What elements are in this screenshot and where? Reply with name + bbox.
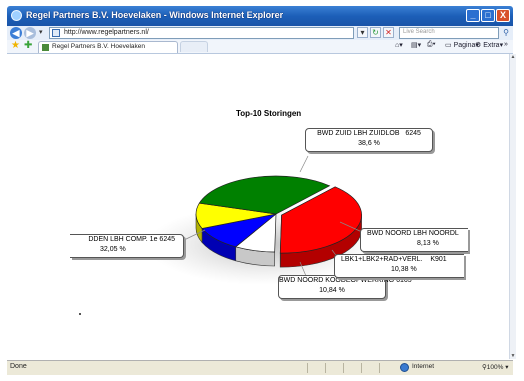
bottom-edge (0, 375, 524, 381)
slice-label-koodeopwerking: BWD NOORD KOODEOPWERKING 6165 10,84 % (278, 275, 412, 299)
tab-bar: ★ ✚ Regel Partners B.V. Hoevelaken ⌂▾ ▤▾… (7, 40, 513, 54)
chevron-right-icon[interactable]: » (504, 41, 508, 48)
status-divider (379, 363, 380, 373)
address-dropdown-icon[interactable]: ▾ (357, 27, 368, 38)
slice-label-zuid: BWD ZUID LBH ZUIDLOB 6245 38,6 % (305, 128, 433, 152)
page-menu[interactable]: ▭ Pagina▾ (445, 41, 479, 49)
tab-regelpartners[interactable]: Regel Partners B.V. Hoevelaken (38, 41, 178, 53)
status-text: Done (10, 363, 27, 370)
slice-label-text: BWD NOORD LBH NOORDL (367, 230, 459, 237)
address-url[interactable]: http://www.regelpartners.nl/ (64, 29, 149, 36)
security-zone: Internet (412, 363, 435, 370)
title-bar: Regel Partners B.V. Hoevelaken - Windows… (7, 6, 513, 26)
chart-title: Top-10 Storingen (236, 109, 302, 118)
history-dropdown-icon[interactable]: ▾ (39, 28, 43, 36)
status-divider (325, 363, 326, 373)
internet-zone-icon (400, 363, 409, 372)
gear-icon: ⚙ (475, 42, 482, 49)
page-menu-label: Pagina (453, 42, 476, 49)
stray-dot (79, 313, 81, 315)
maximize-button[interactable]: □ (481, 9, 495, 22)
zoom-level[interactable]: ⚲100% ▾ (482, 363, 508, 371)
navigation-bar: ◀ ▶ ▾ http://www.regelpartners.nl/ ▾ ↻ ✕… (7, 26, 513, 40)
status-divider (307, 363, 308, 373)
browser-window: Regel Partners B.V. Hoevelaken - Windows… (0, 0, 524, 381)
slice-label-comp: DDEN LBH COMP. 1e 6245 32,05 % (70, 234, 184, 258)
ie-logo-icon (11, 10, 22, 21)
add-favorites-icon[interactable]: ✚ (24, 40, 32, 51)
refresh-icon[interactable]: ↻ (370, 27, 381, 38)
search-icon[interactable]: ⚲ (501, 27, 511, 39)
search-placeholder: Live Search (403, 29, 435, 35)
address-bar[interactable]: http://www.regelpartners.nl/ (49, 27, 354, 39)
page-icon: ▭ (445, 42, 452, 49)
search-input[interactable]: Live Search (399, 27, 499, 39)
window-title: Regel Partners B.V. Hoevelaken - Windows… (26, 10, 284, 20)
scroll-up-icon[interactable]: ▲ (510, 54, 516, 60)
slice-label-count: 6245 (159, 236, 175, 243)
new-tab-button[interactable] (180, 41, 208, 52)
slice-label-text: DDEN LBH COMP. 1e (88, 236, 158, 243)
slice-label-text: LBK1+LBK2+RAD+VERL. (341, 256, 423, 263)
forward-button[interactable]: ▶ (24, 27, 36, 39)
slice-label-percent: 10,38 % (391, 266, 417, 273)
slice-label-noord: BWD NOORD LBH NOORDL 8,13 % (360, 228, 468, 252)
status-divider (343, 363, 344, 373)
page-content (7, 54, 509, 359)
print-icon[interactable]: ⎙▾ (427, 41, 436, 49)
back-button[interactable]: ◀ (10, 27, 22, 39)
tab-favicon-icon (42, 44, 49, 51)
feeds-icon[interactable]: ▤▾ (411, 41, 421, 49)
slice-label-percent: 10,84 % (319, 287, 345, 294)
tools-menu-label: Extra (483, 42, 500, 49)
status-divider (361, 363, 362, 373)
slice-label-count: K901 (430, 256, 447, 263)
slice-label-count: 6245 (405, 130, 421, 137)
close-button[interactable]: X (496, 9, 510, 22)
page-icon (52, 29, 60, 37)
slice-label-text: BWD ZUID LBH ZUIDLOB (317, 130, 400, 137)
scroll-down-icon[interactable]: ▼ (510, 353, 516, 359)
slice-label-percent: 38,6 % (358, 140, 380, 147)
slice-label-lbk: LBK1+LBK2+RAD+VERL. K901 10,38 % (334, 254, 464, 278)
slice-label-percent: 8,13 % (417, 240, 439, 247)
tab-title: Regel Partners B.V. Hoevelaken (52, 43, 145, 50)
tools-menu[interactable]: ⚙ Extra▾ (475, 41, 503, 49)
status-bar: Done Internet ⚲100% ▾ (7, 360, 513, 375)
slice-label-count: 6165 (396, 277, 412, 284)
minimize-button[interactable]: _ (466, 9, 480, 22)
slice-label-percent: 32,05 % (100, 246, 126, 253)
zoom-value: 100% (486, 364, 504, 371)
vertical-scrollbar[interactable]: ▲ ▼ (509, 54, 516, 359)
favorites-star-icon[interactable]: ★ (11, 40, 20, 51)
slice-label-text: BWD NOORD KOODEOPWERKING (279, 277, 395, 284)
stop-icon[interactable]: ✕ (383, 27, 394, 38)
home-icon[interactable]: ⌂▾ (395, 41, 403, 49)
